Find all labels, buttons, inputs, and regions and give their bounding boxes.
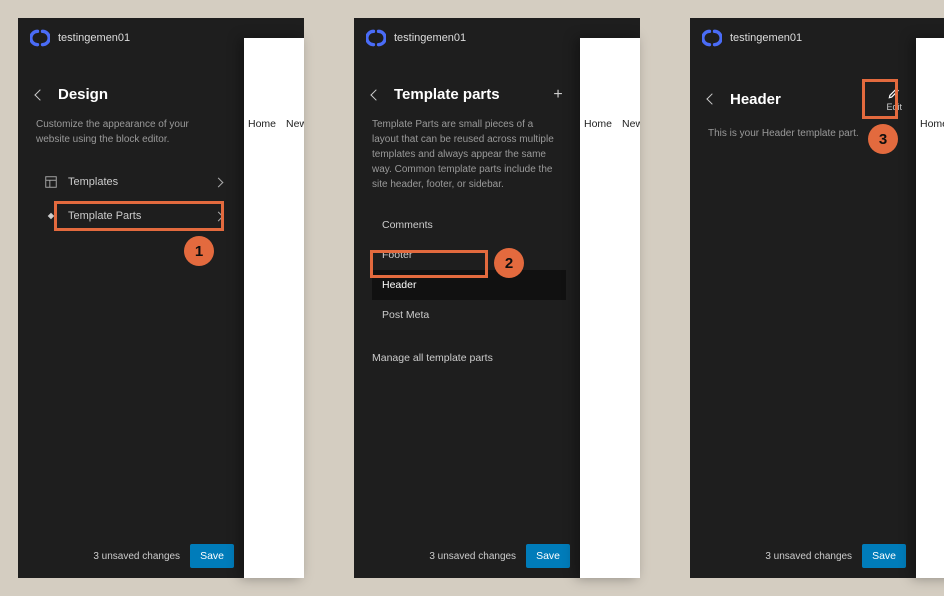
unsaved-changes-text[interactable]: 3 unsaved changes xyxy=(93,551,180,562)
template-part-footer[interactable]: Footer xyxy=(372,240,566,270)
editor-panel-design: testingemen01 Design Customize the appea… xyxy=(18,18,304,578)
breadcrumb: Header Edit xyxy=(708,86,902,112)
preview-strip[interactable]: Home Ne xyxy=(916,38,944,578)
nav-item-label: Templates xyxy=(68,176,118,188)
site-name: testingemen01 xyxy=(730,32,802,44)
site-logo-icon[interactable] xyxy=(366,28,386,48)
preview-nav-item[interactable]: News xyxy=(286,118,304,130)
topbar: testingemen01 xyxy=(690,18,944,68)
site-name: testingemen01 xyxy=(58,32,130,44)
diamond-icon xyxy=(44,209,58,223)
unsaved-changes-text[interactable]: 3 unsaved changes xyxy=(429,551,516,562)
editor-panel-template-parts: testingemen01 Template parts + Template … xyxy=(354,18,640,578)
design-nav-list: Templates Template Parts xyxy=(36,165,230,233)
nav-item-template-parts[interactable]: Template Parts xyxy=(36,199,230,233)
site-name: testingemen01 xyxy=(394,32,466,44)
save-button[interactable]: Save xyxy=(190,544,234,568)
preview-nav-item[interactable]: Home xyxy=(248,118,276,130)
chevron-right-icon xyxy=(214,211,224,221)
site-logo-icon[interactable] xyxy=(702,28,722,48)
preview-nav-item[interactable]: New xyxy=(622,118,640,130)
preview-strip[interactable]: Home New xyxy=(580,38,640,578)
edit-button[interactable]: Edit xyxy=(886,86,902,112)
preview-menu: Home Ne xyxy=(916,38,944,130)
page-description: Template Parts are small pieces of a lay… xyxy=(372,117,557,192)
back-icon[interactable] xyxy=(370,89,381,100)
chevron-right-icon xyxy=(214,177,224,187)
manage-all-link[interactable]: Manage all template parts xyxy=(372,352,566,364)
template-part-header[interactable]: Header xyxy=(372,270,566,300)
page-title: Header xyxy=(730,91,781,108)
unsaved-changes-text[interactable]: 3 unsaved changes xyxy=(765,551,852,562)
footer-bar: 3 unsaved changes Save xyxy=(93,544,234,568)
pencil-icon xyxy=(887,86,901,100)
layout-icon xyxy=(44,175,58,189)
preview-strip[interactable]: Home News Contact xyxy=(244,38,304,578)
preview-menu: Home New xyxy=(580,38,640,130)
page-title: Template parts xyxy=(394,86,500,103)
editor-panel-header: testingemen01 Header Edit This is your H… xyxy=(690,18,944,578)
page-description: Customize the appearance of your website… xyxy=(36,117,221,147)
preview-nav-item[interactable]: Home xyxy=(920,118,944,130)
template-parts-list: Comments Footer Header Post Meta xyxy=(372,210,566,330)
template-part-comments[interactable]: Comments xyxy=(372,210,566,240)
page-description: This is your Header template part. xyxy=(708,126,893,141)
breadcrumb: Template parts + xyxy=(372,86,566,103)
site-logo-icon[interactable] xyxy=(30,28,50,48)
save-button[interactable]: Save xyxy=(862,544,906,568)
footer-bar: 3 unsaved changes Save xyxy=(429,544,570,568)
back-icon[interactable] xyxy=(706,93,717,104)
breadcrumb: Design xyxy=(36,86,230,103)
nav-item-templates[interactable]: Templates xyxy=(36,165,230,199)
back-icon[interactable] xyxy=(34,89,45,100)
template-part-post-meta[interactable]: Post Meta xyxy=(372,300,566,330)
edit-label: Edit xyxy=(886,102,902,112)
preview-menu: Home News Contact xyxy=(244,38,304,130)
save-button[interactable]: Save xyxy=(526,544,570,568)
add-template-part-button[interactable]: + xyxy=(550,87,566,103)
sidebar-panel: testingemen01 Header Edit This is your H… xyxy=(690,18,944,578)
footer-bar: 3 unsaved changes Save xyxy=(765,544,906,568)
nav-item-label: Template Parts xyxy=(68,210,141,222)
preview-nav-item[interactable]: Home xyxy=(584,118,612,130)
page-title: Design xyxy=(58,86,108,103)
